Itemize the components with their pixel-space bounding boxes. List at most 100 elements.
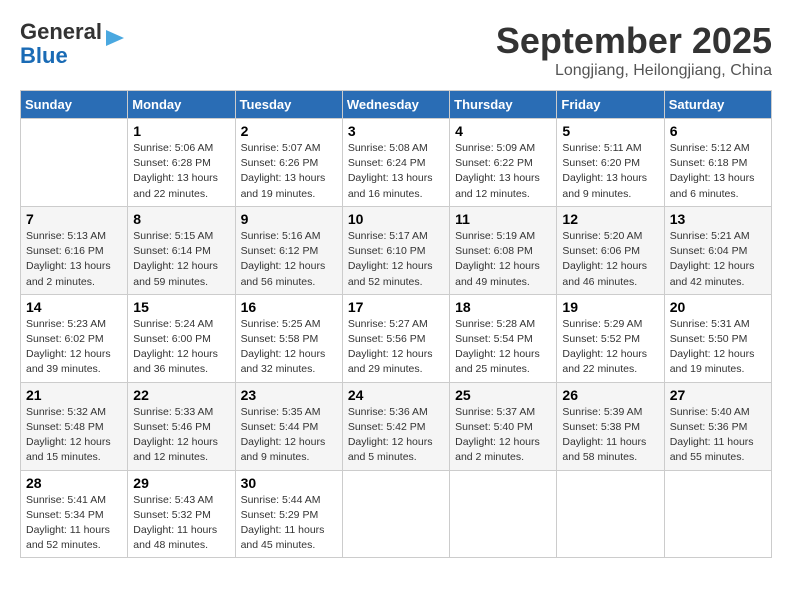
day-number: 15	[133, 299, 229, 315]
calendar-cell: 1 Sunrise: 5:06 AM Sunset: 6:28 PM Daylig…	[128, 119, 235, 207]
page-header: GeneralBlue September 2025 Longjiang, He…	[20, 20, 772, 80]
day-number: 10	[348, 211, 444, 227]
day-number: 25	[455, 387, 551, 403]
day-number: 13	[670, 211, 766, 227]
weekday-friday: Friday	[557, 91, 664, 119]
day-number: 14	[26, 299, 122, 315]
day-number: 16	[241, 299, 337, 315]
day-number: 8	[133, 211, 229, 227]
calendar-cell: 23Sunrise: 5:35 AM Sunset: 5:44 PM Dayli…	[235, 382, 342, 470]
calendar-cell: 15 Sunrise: 5:24 AM Sunset: 6:00 PM Dayli…	[128, 294, 235, 382]
location: Longjiang, Heilongjiang, China	[496, 62, 772, 80]
title-section: September 2025 Longjiang, Heilongjiang, …	[496, 20, 772, 80]
day-info: Sunrise: 5:17 AM Sunset: 6:10 PM Dayligh…	[348, 229, 444, 290]
day-number: 29	[133, 475, 229, 491]
day-info: Sunrise: 5:36 AM Sunset: 5:42 PM Dayligh…	[348, 405, 444, 466]
day-info: Sunrise: 5:44 AM Sunset: 5:29 PM Dayligh…	[241, 493, 337, 554]
calendar-cell	[664, 470, 771, 558]
day-number: 19	[562, 299, 658, 315]
calendar-week-4: 28 Sunrise: 5:41 AM Sunset: 5:34 PM Dayli…	[21, 470, 772, 558]
logo: GeneralBlue	[20, 20, 124, 68]
day-number: 9	[241, 211, 337, 227]
day-info: Sunrise: 5:37 AM Sunset: 5:40 PM Dayligh…	[455, 405, 551, 466]
day-number: 18	[455, 299, 551, 315]
calendar-cell: 11Sunrise: 5:19 AM Sunset: 6:08 PM Dayli…	[450, 206, 557, 294]
calendar-cell: 27 Sunrise: 5:40 AM Sunset: 5:36 PM Dayli…	[664, 382, 771, 470]
logo-text: GeneralBlue	[20, 20, 102, 68]
calendar-week-3: 21 Sunrise: 5:32 AM Sunset: 5:48 PM Dayli…	[21, 382, 772, 470]
day-number: 12	[562, 211, 658, 227]
day-info: Sunrise: 5:15 AM Sunset: 6:14 PM Dayligh…	[133, 229, 229, 290]
weekday-wednesday: Wednesday	[342, 91, 449, 119]
day-number: 7	[26, 211, 122, 227]
day-number: 22	[133, 387, 229, 403]
day-info: Sunrise: 5:29 AM Sunset: 5:52 PM Dayligh…	[562, 317, 658, 378]
day-info: Sunrise: 5:40 AM Sunset: 5:36 PM Dayligh…	[670, 405, 766, 466]
day-number: 20	[670, 299, 766, 315]
calendar-cell: 16Sunrise: 5:25 AM Sunset: 5:58 PM Dayli…	[235, 294, 342, 382]
day-info: Sunrise: 5:32 AM Sunset: 5:48 PM Dayligh…	[26, 405, 122, 466]
weekday-monday: Monday	[128, 91, 235, 119]
day-number: 21	[26, 387, 122, 403]
day-number: 27	[670, 387, 766, 403]
day-info: Sunrise: 5:39 AM Sunset: 5:38 PM Dayligh…	[562, 405, 658, 466]
day-info: Sunrise: 5:27 AM Sunset: 5:56 PM Dayligh…	[348, 317, 444, 378]
calendar-cell: 21 Sunrise: 5:32 AM Sunset: 5:48 PM Dayli…	[21, 382, 128, 470]
calendar-cell: 9Sunrise: 5:16 AM Sunset: 6:12 PM Daylig…	[235, 206, 342, 294]
day-info: Sunrise: 5:31 AM Sunset: 5:50 PM Dayligh…	[670, 317, 766, 378]
calendar-cell: 8 Sunrise: 5:15 AM Sunset: 6:14 PM Daylig…	[128, 206, 235, 294]
weekday-sunday: Sunday	[21, 91, 128, 119]
day-info: Sunrise: 5:11 AM Sunset: 6:20 PM Dayligh…	[562, 141, 658, 202]
day-number: 4	[455, 123, 551, 139]
weekday-thursday: Thursday	[450, 91, 557, 119]
calendar-week-1: 7 Sunrise: 5:13 AM Sunset: 6:16 PM Daylig…	[21, 206, 772, 294]
day-info: Sunrise: 5:28 AM Sunset: 5:54 PM Dayligh…	[455, 317, 551, 378]
day-number: 2	[241, 123, 337, 139]
day-number: 30	[241, 475, 337, 491]
day-info: Sunrise: 5:23 AM Sunset: 6:02 PM Dayligh…	[26, 317, 122, 378]
calendar-cell: 30 Sunrise: 5:44 AM Sunset: 5:29 PM Dayli…	[235, 470, 342, 558]
calendar-cell: 19 Sunrise: 5:29 AM Sunset: 5:52 PM Dayli…	[557, 294, 664, 382]
weekday-tuesday: Tuesday	[235, 91, 342, 119]
day-number: 26	[562, 387, 658, 403]
day-info: Sunrise: 5:09 AM Sunset: 6:22 PM Dayligh…	[455, 141, 551, 202]
day-info: Sunrise: 5:08 AM Sunset: 6:24 PM Dayligh…	[348, 141, 444, 202]
calendar-cell: 26 Sunrise: 5:39 AM Sunset: 5:38 PM Dayli…	[557, 382, 664, 470]
calendar-cell: 28 Sunrise: 5:41 AM Sunset: 5:34 PM Dayli…	[21, 470, 128, 558]
calendar-cell: 7 Sunrise: 5:13 AM Sunset: 6:16 PM Daylig…	[21, 206, 128, 294]
calendar-cell: 10 Sunrise: 5:17 AM Sunset: 6:10 PM Dayli…	[342, 206, 449, 294]
calendar-cell	[21, 119, 128, 207]
day-number: 5	[562, 123, 658, 139]
weekday-header-row: SundayMondayTuesdayWednesdayThursdayFrid…	[21, 91, 772, 119]
calendar-cell	[557, 470, 664, 558]
calendar-cell: 25 Sunrise: 5:37 AM Sunset: 5:40 PM Dayli…	[450, 382, 557, 470]
day-number: 28	[26, 475, 122, 491]
day-info: Sunrise: 5:21 AM Sunset: 6:04 PM Dayligh…	[670, 229, 766, 290]
day-number: 24	[348, 387, 444, 403]
calendar-cell	[450, 470, 557, 558]
calendar-week-2: 14 Sunrise: 5:23 AM Sunset: 6:02 PM Dayli…	[21, 294, 772, 382]
calendar-cell: 20 Sunrise: 5:31 AM Sunset: 5:50 PM Dayli…	[664, 294, 771, 382]
day-info: Sunrise: 5:13 AM Sunset: 6:16 PM Dayligh…	[26, 229, 122, 290]
weekday-saturday: Saturday	[664, 91, 771, 119]
calendar-cell: 2 Sunrise: 5:07 AM Sunset: 6:26 PM Daylig…	[235, 119, 342, 207]
calendar-cell: 12 Sunrise: 5:20 AM Sunset: 6:06 PM Dayli…	[557, 206, 664, 294]
day-info: Sunrise: 5:24 AM Sunset: 6:00 PM Dayligh…	[133, 317, 229, 378]
day-info: Sunrise: 5:06 AM Sunset: 6:28 PM Dayligh…	[133, 141, 229, 202]
logo-arrow-icon	[106, 27, 124, 54]
day-info: Sunrise: 5:07 AM Sunset: 6:26 PM Dayligh…	[241, 141, 337, 202]
calendar-cell: 4 Sunrise: 5:09 AM Sunset: 6:22 PM Daylig…	[450, 119, 557, 207]
day-info: Sunrise: 5:41 AM Sunset: 5:34 PM Dayligh…	[26, 493, 122, 554]
calendar-cell: 6 Sunrise: 5:12 AM Sunset: 6:18 PM Daylig…	[664, 119, 771, 207]
calendar-table: SundayMondayTuesdayWednesdayThursdayFrid…	[20, 90, 772, 558]
day-info: Sunrise: 5:20 AM Sunset: 6:06 PM Dayligh…	[562, 229, 658, 290]
calendar-cell: 13 Sunrise: 5:21 AM Sunset: 6:04 PM Dayli…	[664, 206, 771, 294]
day-number: 1	[133, 123, 229, 139]
day-info: Sunrise: 5:12 AM Sunset: 6:18 PM Dayligh…	[670, 141, 766, 202]
day-number: 6	[670, 123, 766, 139]
calendar-cell: 22Sunrise: 5:33 AM Sunset: 5:46 PM Dayli…	[128, 382, 235, 470]
calendar-cell	[342, 470, 449, 558]
calendar-cell: 18 Sunrise: 5:28 AM Sunset: 5:54 PM Dayli…	[450, 294, 557, 382]
calendar-cell: 24 Sunrise: 5:36 AM Sunset: 5:42 PM Dayli…	[342, 382, 449, 470]
day-number: 11	[455, 211, 551, 227]
